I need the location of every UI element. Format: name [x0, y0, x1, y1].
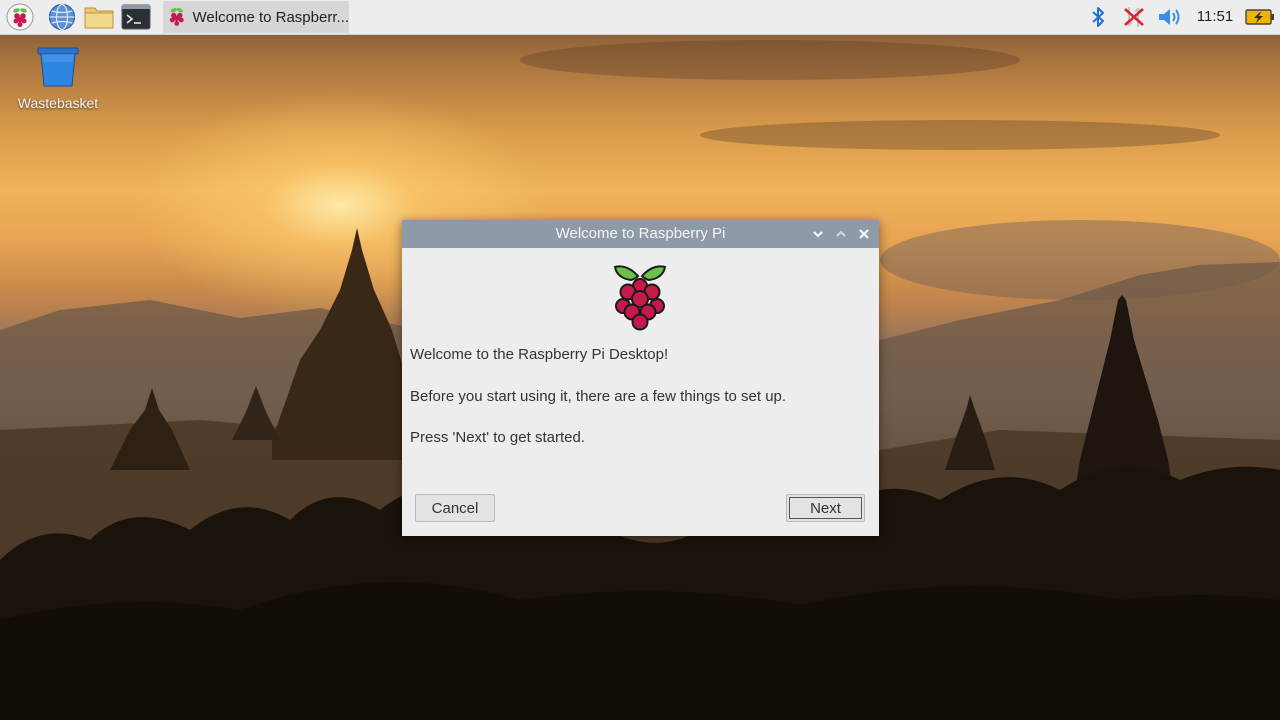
bluetooth-button[interactable] — [1086, 3, 1110, 31]
dialog-message-welcome: Welcome to the Raspberry Pi Desktop! — [410, 346, 669, 363]
desktop-icon-wastebasket[interactable]: Wastebasket — [8, 46, 108, 111]
raspberry-icon — [169, 8, 184, 26]
battery-button[interactable] — [1244, 3, 1276, 31]
terminal-icon — [121, 4, 151, 30]
web-browser-button[interactable] — [48, 3, 76, 31]
dialog-titlebar[interactable]: Welcome to Raspberry Pi — [402, 220, 879, 248]
network-button[interactable] — [1120, 3, 1148, 31]
file-manager-icon — [84, 7, 114, 29]
raspberry-menu-button[interactable] — [6, 3, 34, 31]
dialog-message-setup: Before you start using it, there are a f… — [410, 388, 787, 405]
close-icon — [859, 229, 869, 239]
dialog-message-instructions: Press 'Next' to get started. — [410, 429, 585, 446]
volume-button[interactable] — [1156, 3, 1184, 31]
taskbar-window-title: Welcome to Raspberr... — [192, 8, 349, 26]
close-button[interactable] — [856, 226, 872, 242]
volume-icon — [1159, 9, 1180, 25]
taskbar-window-button[interactable]: Welcome to Raspberr... — [163, 1, 349, 33]
maximize-icon — [836, 230, 846, 237]
dialog-title: Welcome to Raspberry Pi — [555, 225, 726, 242]
bluetooth-icon — [1092, 7, 1104, 27]
file-manager-button[interactable] — [84, 3, 114, 31]
raspberry-pi-logo — [613, 265, 667, 331]
next-button[interactable]: Next — [786, 494, 865, 522]
minimize-icon — [813, 231, 823, 238]
terminal-button[interactable] — [120, 3, 152, 31]
maximize-button[interactable] — [833, 226, 849, 242]
raspberry-menu-icon — [6, 3, 34, 31]
minimize-button[interactable] — [810, 226, 826, 242]
welcome-dialog: Welcome to Raspberry Pi Welcome to the R… — [402, 220, 879, 536]
clock[interactable]: 11:51 — [1190, 0, 1240, 34]
network-disconnected-icon — [1124, 7, 1144, 27]
taskbar: Welcome to Raspberr... 11:51 — [0, 0, 1280, 35]
cancel-button[interactable]: Cancel — [415, 494, 495, 522]
battery-icon — [1245, 9, 1274, 25]
web-browser-icon — [48, 3, 76, 31]
desktop-icon-label: Wastebasket — [17, 95, 99, 111]
wastebasket-icon — [37, 47, 79, 87]
